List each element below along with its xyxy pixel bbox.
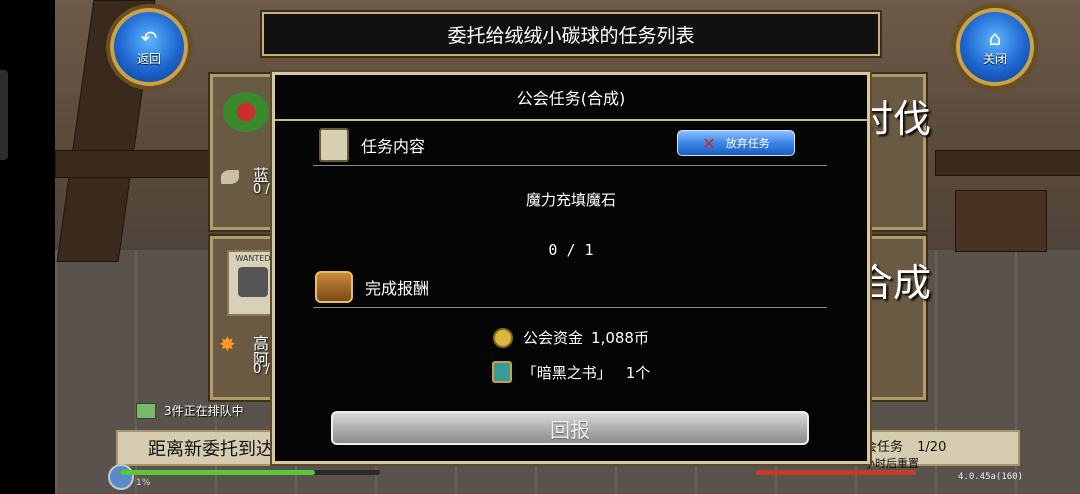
herb-icon bbox=[223, 92, 269, 132]
quest-card-progress: 0 / bbox=[253, 182, 270, 197]
reward-value: 1个 bbox=[625, 363, 651, 382]
reward-item: 「暗黑之书」 1个 bbox=[275, 361, 867, 383]
back-button[interactable]: ↶ 返回 bbox=[110, 8, 188, 86]
close-x-icon: ✕ bbox=[702, 133, 716, 153]
dialog-title: 公会任务(合成) bbox=[275, 75, 867, 121]
guild-task-dialog: 公会任务(合成) 任务内容 ✕ 放弃任务 魔力充填魔石 0 / 1 完成报酬 公… bbox=[272, 72, 870, 464]
reward-item: 公会资金 1,088币 bbox=[275, 327, 867, 348]
guild-task-panel: 会任务 1/20 小时后重置 bbox=[858, 430, 1020, 470]
report-button[interactable]: 回报 bbox=[331, 411, 809, 445]
side-edge-handle bbox=[0, 70, 8, 160]
guild-task-count: 1/20 bbox=[917, 440, 947, 455]
close-button[interactable]: ⌂ 关闭 bbox=[956, 8, 1034, 86]
scroll-icon bbox=[136, 402, 156, 419]
treasure-chest-icon bbox=[315, 271, 353, 303]
reward-label: 「暗黑之书」 bbox=[521, 363, 612, 382]
queue-indicator: 3件正在排队中 bbox=[136, 402, 244, 419]
exp-bar-track bbox=[120, 470, 380, 475]
abandon-task-button[interactable]: ✕ 放弃任务 bbox=[677, 130, 795, 156]
queue-text: 3件正在排队中 bbox=[164, 404, 244, 418]
feather-icon bbox=[221, 170, 239, 184]
quest-card-progress: 0 / bbox=[253, 362, 270, 377]
reward-header: 完成报酬 bbox=[313, 267, 827, 308]
abandon-task-label: 放弃任务 bbox=[725, 137, 770, 150]
task-content-label: 任务内容 bbox=[361, 137, 426, 156]
player-badge-icon bbox=[108, 464, 134, 490]
reward-header-label: 完成报酬 bbox=[365, 279, 430, 298]
task-name: 魔力充填魔石 bbox=[525, 191, 616, 209]
page-title: 委托给绒绒小碳球的任务列表 bbox=[262, 12, 880, 56]
wooden-chair bbox=[955, 190, 1047, 252]
clipboard-icon bbox=[319, 128, 349, 162]
back-button-label: 返回 bbox=[136, 51, 161, 66]
wooden-beam bbox=[935, 150, 1080, 176]
back-arrow-icon: ↶ bbox=[140, 25, 158, 50]
reward-value: 1,088币 bbox=[591, 329, 649, 347]
reward-label: 公会资金 bbox=[523, 329, 584, 347]
bottom-small-value: 1% bbox=[136, 478, 151, 488]
reset-text: 小时后重置 bbox=[864, 457, 919, 470]
close-button-label: 关闭 bbox=[982, 51, 1007, 66]
home-icon: ⌂ bbox=[988, 25, 1002, 50]
exp-bar-fill bbox=[120, 470, 315, 475]
task-progress: 0 / 1 bbox=[548, 241, 594, 259]
next-commission-text: 距离新委托到达 bbox=[148, 439, 274, 460]
version-text: 4.0.45a(160) bbox=[958, 472, 1024, 482]
spark-icon: ✸ bbox=[219, 332, 236, 356]
book-icon bbox=[491, 361, 512, 383]
coin-icon bbox=[493, 327, 514, 348]
hp-bar bbox=[756, 470, 916, 475]
